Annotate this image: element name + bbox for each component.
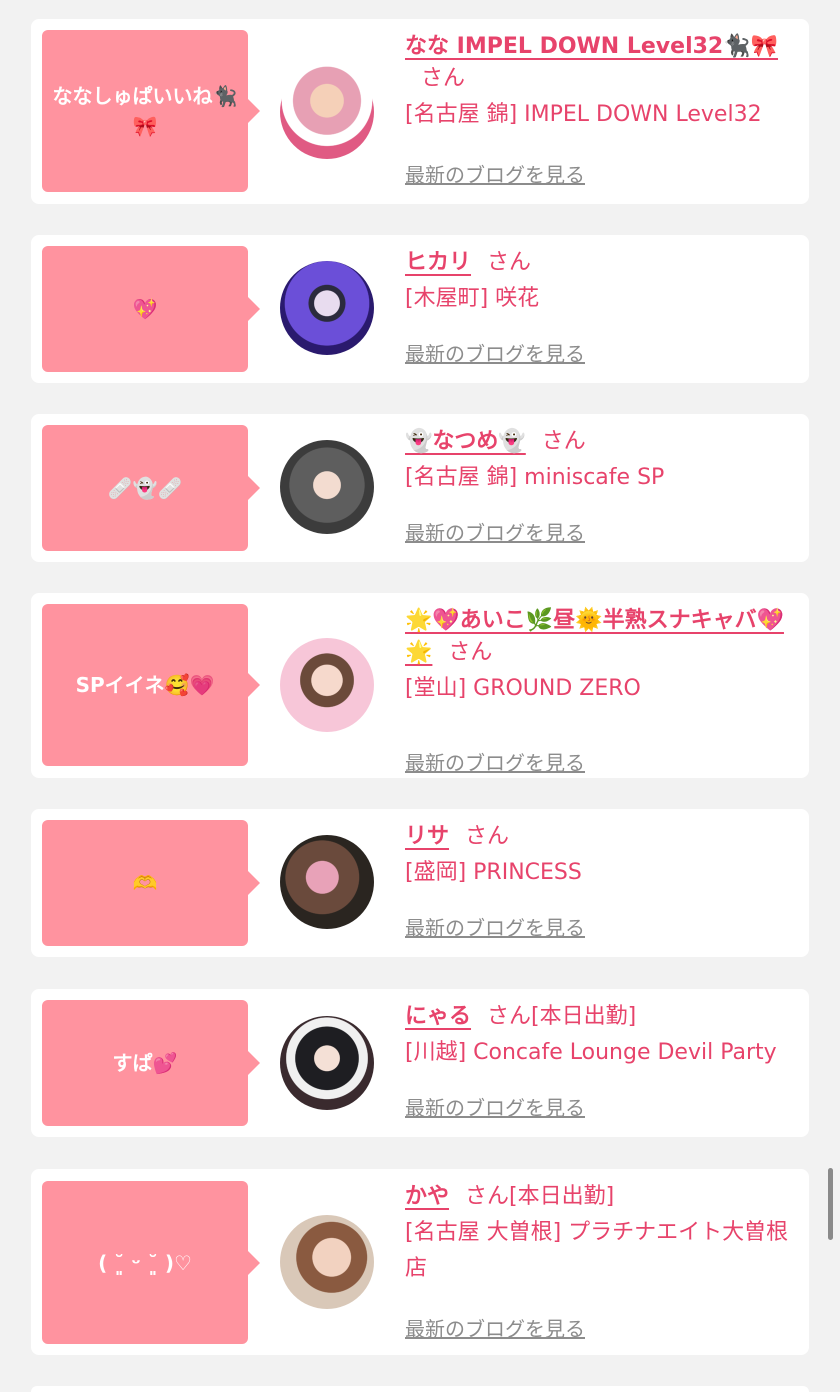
honorific: さん xyxy=(487,250,532,275)
avatar[interactable] xyxy=(280,1215,374,1309)
message-bubble: ( ˘͈ ᵕ ˘͈ )♡ xyxy=(42,1181,260,1344)
honorific: さん xyxy=(448,640,493,665)
latest-blog-link[interactable]: 最新のブログを見る xyxy=(405,1313,585,1342)
avatar[interactable] xyxy=(280,65,374,159)
cast-name-link[interactable]: にゃる xyxy=(405,1004,471,1029)
attendance-badge: [本日出勤] xyxy=(509,1184,615,1209)
attendance-badge: [本日出勤] xyxy=(531,1004,637,1029)
avatar[interactable] xyxy=(280,440,374,534)
latest-blog-link[interactable]: 最新のブログを見る xyxy=(405,338,585,367)
message-bubble: 💖 xyxy=(42,246,260,372)
message-text: ( ˘͈ ᵕ ˘͈ )♡ xyxy=(98,1250,192,1275)
list-item: ななしゅぱいいね🐈‍⬛🎀 なな IMPEL DOWN Level32🐈‍⬛🎀 さん… xyxy=(31,19,809,204)
shop-name: [名古屋 大曽根] プラチナエイト大曽根店 xyxy=(405,1220,789,1281)
honorific: さん xyxy=(541,429,586,454)
shop-name: [木屋町] 咲花 xyxy=(405,286,540,311)
avatar[interactable] xyxy=(280,261,374,355)
message-bubble: 🫶 xyxy=(42,820,260,946)
message-text: 🩹👻🩹 xyxy=(107,476,183,500)
honorific: さん xyxy=(421,66,466,91)
shop-name: [名古屋 錦] miniscafe SP xyxy=(405,465,665,490)
latest-blog-link[interactable]: 最新のブログを見る xyxy=(405,517,585,546)
scrollbar[interactable] xyxy=(828,1168,833,1240)
message-text: 🫶 xyxy=(132,871,158,895)
shop-name: [川越] Concafe Lounge Devil Party xyxy=(405,1040,777,1065)
latest-blog-link[interactable]: 最新のブログを見る xyxy=(405,912,585,941)
message-text: 💖 xyxy=(132,297,158,321)
message-text: ななしゅぱいいね🐈‍⬛🎀 xyxy=(52,84,238,138)
cast-name-link[interactable]: リサ xyxy=(405,824,449,849)
list-item-partial xyxy=(31,1386,809,1392)
message-text: すぱ💕 xyxy=(112,1051,178,1075)
message-bubble: ななしゅぱいいね🐈‍⬛🎀 xyxy=(42,30,260,192)
list-item: ( ˘͈ ᵕ ˘͈ )♡ かや さん[本日出勤] [名古屋 大曽根] プラチナエイ… xyxy=(31,1169,809,1355)
message-bubble: SPイイネ🥰💗 xyxy=(42,604,260,766)
latest-blog-link[interactable]: 最新のブログを見る xyxy=(405,747,585,776)
shop-name: [堂山] GROUND ZERO xyxy=(405,676,641,701)
cast-name-link[interactable]: なな IMPEL DOWN Level32🐈‍⬛🎀 xyxy=(405,34,778,59)
list-item: 🩹👻🩹 👻なつめ👻 さん [名古屋 錦] miniscafe SP 最新のブログを… xyxy=(31,414,809,562)
message-bubble: 🩹👻🩹 xyxy=(42,425,260,551)
list-item: SPイイネ🥰💗 🌟💖あいこ🌿昼🌞半熟スナキャバ💖🌟 さん [堂山] GROUND … xyxy=(31,593,809,778)
list-item: 💖 ヒカリ さん [木屋町] 咲花 最新のブログを見る xyxy=(31,235,809,383)
honorific: さん xyxy=(487,1004,532,1029)
shop-name: [盛岡] PRINCESS xyxy=(405,860,582,885)
cast-name-link[interactable]: 👻なつめ👻 xyxy=(405,429,526,454)
message-text: SPイイネ🥰💗 xyxy=(75,673,215,697)
shop-name: [名古屋 錦] IMPEL DOWN Level32 xyxy=(405,102,762,127)
honorific: さん xyxy=(465,1184,510,1209)
cast-name-link[interactable]: ヒカリ xyxy=(405,250,471,275)
honorific: さん xyxy=(465,824,510,849)
latest-blog-link[interactable]: 最新のブログを見る xyxy=(405,159,585,188)
avatar[interactable] xyxy=(280,638,374,732)
avatar[interactable] xyxy=(280,1016,374,1110)
latest-blog-link[interactable]: 最新のブログを見る xyxy=(405,1092,585,1121)
list-item: 🫶 リサ さん [盛岡] PRINCESS 最新のブログを見る xyxy=(31,809,809,957)
list-item: すぱ💕 にゃる さん[本日出勤] [川越] Concafe Lounge Devi… xyxy=(31,989,809,1137)
message-bubble: すぱ💕 xyxy=(42,1000,260,1126)
cast-name-link[interactable]: かや xyxy=(405,1184,449,1209)
avatar[interactable] xyxy=(280,835,374,929)
